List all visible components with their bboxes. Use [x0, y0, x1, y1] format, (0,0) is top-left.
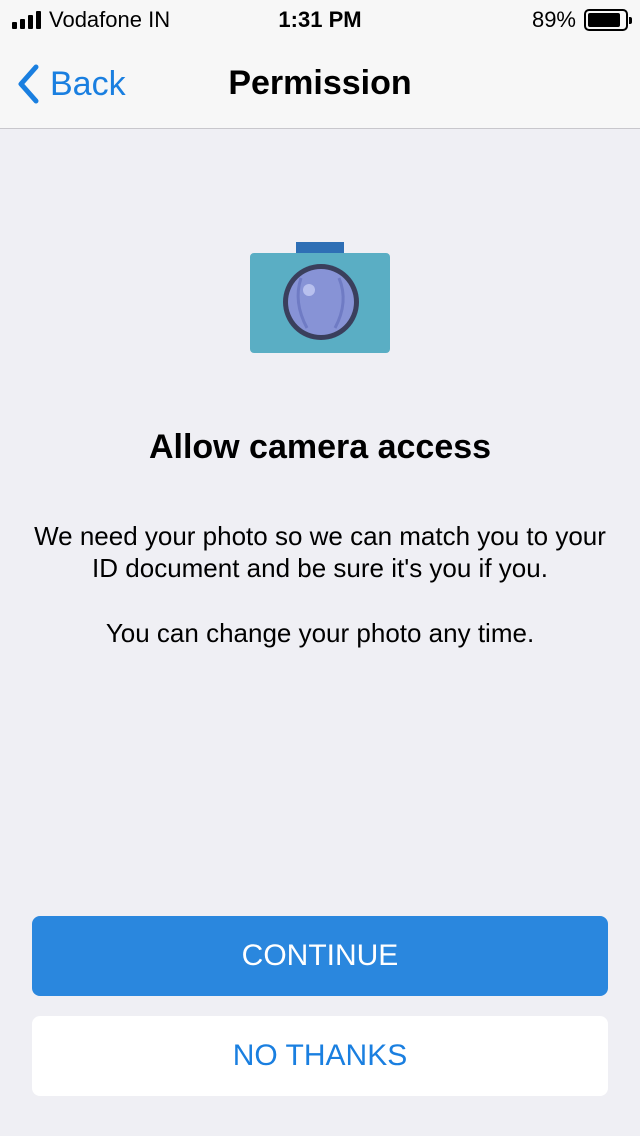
status-right: 89% [531, 6, 632, 34]
page-title: Permission [228, 64, 412, 102]
continue-button[interactable]: CONTINUE [32, 916, 608, 996]
headline: Allow camera access [148, 428, 492, 466]
body-text-secondary: You can change your photo any time. [105, 618, 535, 648]
status-bar: Vodafone IN 1:31 PM 89% [0, 0, 640, 40]
camera-icon [250, 242, 390, 353]
navigation-bar: Back Permission [0, 40, 640, 129]
no-thanks-button[interactable]: NO THANKS [32, 1016, 608, 1096]
battery-percent: 89% [531, 7, 576, 32]
body-text-primary: We need your photo so we can match you t… [34, 521, 606, 583]
battery-level [588, 13, 621, 27]
battery-icon [584, 9, 632, 31]
